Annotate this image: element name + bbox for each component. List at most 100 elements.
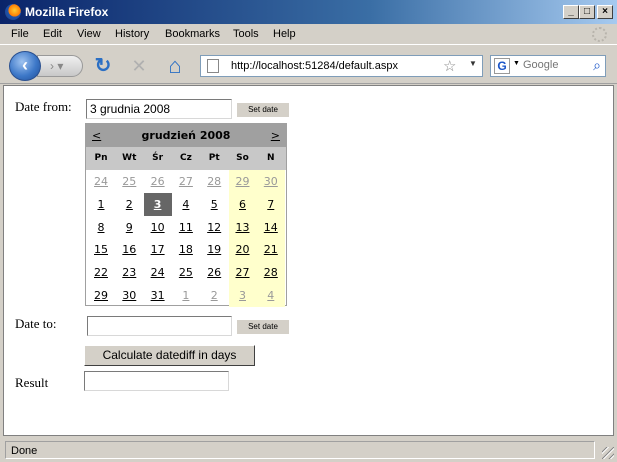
forward-arrow-icon: › <box>50 59 54 73</box>
title-bar: Mozilla Firefox _ □ × <box>0 0 617 24</box>
calendar-day[interactable]: 4 <box>172 193 200 216</box>
calendar-day[interactable]: 2 <box>200 284 228 307</box>
calendar-day[interactable]: 11 <box>172 216 200 239</box>
calendar-day[interactable]: 13 <box>228 215 257 239</box>
menu-file[interactable]: File <box>11 28 29 40</box>
menu-history[interactable]: History <box>115 28 149 40</box>
calendar-day[interactable]: 20 <box>228 238 257 262</box>
calendar-day[interactable]: 8 <box>87 216 115 239</box>
stop-icon[interactable]: ✕ <box>128 55 150 77</box>
calendar-day[interactable]: 23 <box>115 261 143 284</box>
calendar-day[interactable]: 18 <box>172 238 200 261</box>
bookmark-star-icon[interactable]: ☆ <box>443 57 456 75</box>
search-icon[interactable]: ⌕ <box>593 57 601 74</box>
status-text: Done <box>5 441 595 459</box>
calendar-day[interactable]: 27 <box>228 261 257 285</box>
calendar-day[interactable]: 4 <box>256 284 285 307</box>
page-content: Date from: 3 grudnia 2008 Set date < gru… <box>3 85 614 436</box>
set-date-to-button[interactable]: Set date <box>237 320 289 334</box>
date-to-label: Date to: <box>15 316 57 331</box>
calendar-day[interactable]: 24 <box>87 170 115 193</box>
navigation-toolbar: › ▾ ‹ ↻ ✕ ⌂ http://localhost:51284/defau… <box>0 44 617 84</box>
calendar-day[interactable]: 5 <box>200 193 228 216</box>
calendar-weekday: Śr <box>152 153 164 163</box>
window-title: Mozilla Firefox <box>25 5 109 19</box>
back-button[interactable]: ‹ <box>9 51 41 81</box>
back-arrow-icon: ‹ <box>22 55 28 75</box>
url-dropdown-icon[interactable]: ▼ <box>469 59 477 68</box>
calendar-day[interactable]: 12 <box>200 216 228 239</box>
calendar-day[interactable]: 30 <box>256 170 285 193</box>
calendar-day[interactable]: 31 <box>144 284 172 307</box>
calendar-day[interactable]: 29 <box>87 284 115 307</box>
firefox-logo-icon <box>5 4 21 20</box>
calendar-weekday: Cz <box>179 153 192 163</box>
forward-button[interactable]: › ▾ <box>37 55 83 77</box>
calendar-day[interactable]: 15 <box>87 238 115 261</box>
reload-icon[interactable]: ↻ <box>92 55 114 77</box>
date-from-label: Date from: <box>15 99 72 114</box>
calendar-weekday: Wt <box>122 153 137 163</box>
calendar-day[interactable]: 3 <box>143 192 172 216</box>
url-bar[interactable]: http://localhost:51284/default.aspx ☆ ▼ <box>200 55 483 77</box>
search-input[interactable] <box>523 59 583 71</box>
calendar-next-month[interactable]: > <box>271 129 280 142</box>
calendar-day[interactable]: 9 <box>115 216 143 239</box>
calendar-weekday: Pt <box>208 153 220 163</box>
calendar-month-title: grudzień 2008 <box>141 129 231 142</box>
calendar-day[interactable]: 25 <box>115 170 143 193</box>
calendar-day[interactable]: 17 <box>144 238 172 261</box>
calendar-day[interactable]: 26 <box>200 261 228 284</box>
calendar-weekday: So <box>236 153 249 163</box>
menu-bar: File Edit View History Bookmarks Tools H… <box>0 24 617 44</box>
calendar-day[interactable]: 30 <box>115 284 143 307</box>
calendar-day[interactable]: 24 <box>144 261 172 284</box>
calendar-day[interactable]: 16 <box>115 238 143 261</box>
calendar-day[interactable]: 21 <box>256 238 285 262</box>
menu-bookmarks[interactable]: Bookmarks <box>165 28 220 40</box>
home-icon[interactable]: ⌂ <box>164 55 186 77</box>
calendar-day[interactable]: 28 <box>256 261 285 285</box>
search-bar[interactable]: G ▼ ⌕ <box>490 55 606 77</box>
calendar-day[interactable]: 1 <box>172 284 200 307</box>
menu-help[interactable]: Help <box>273 28 296 40</box>
calendar-weekday-row: Pn Wt Śr Cz Pt So N <box>86 147 286 170</box>
calendar-day[interactable]: 29 <box>228 170 257 193</box>
google-engine-icon[interactable]: G <box>494 58 510 74</box>
calendar-weekday: Pn <box>94 153 108 163</box>
menu-tools[interactable]: Tools <box>233 28 259 40</box>
calendar: < grudzień 2008 > Pn Wt Śr Cz Pt So N 24 25 26 27… <box>85 123 287 307</box>
date-to-input[interactable] <box>87 316 232 336</box>
calendar-day[interactable]: 2 <box>115 193 143 216</box>
result-field[interactable] <box>84 371 229 391</box>
calendar-day[interactable]: 22 <box>87 261 115 284</box>
date-from-input[interactable]: 3 grudnia 2008 <box>86 99 232 119</box>
menu-edit[interactable]: Edit <box>43 28 62 40</box>
resize-grip-icon[interactable] <box>602 447 614 459</box>
calendar-day[interactable]: 6 <box>228 192 257 216</box>
minimize-button[interactable]: _ <box>563 5 579 19</box>
menu-view[interactable]: View <box>77 28 101 40</box>
url-text: http://localhost:51284/default.aspx <box>231 60 398 72</box>
calendar-day[interactable]: 7 <box>256 192 285 216</box>
engine-dropdown-icon[interactable]: ▼ <box>513 60 520 67</box>
close-button[interactable]: × <box>597 5 613 19</box>
calendar-day[interactable]: 14 <box>256 215 285 239</box>
calendar-weekday: N <box>267 153 275 163</box>
status-bar: Done <box>0 438 617 462</box>
calendar-day[interactable]: 26 <box>144 170 172 193</box>
set-date-from-button[interactable]: Set date <box>237 103 289 117</box>
calendar-day[interactable]: 27 <box>172 170 200 193</box>
calendar-day[interactable]: 10 <box>144 216 172 239</box>
calendar-day[interactable]: 19 <box>200 238 228 261</box>
calendar-day[interactable]: 3 <box>228 284 257 307</box>
calendar-day[interactable]: 1 <box>87 193 115 216</box>
calendar-day[interactable]: 28 <box>200 170 228 193</box>
page-icon <box>207 59 219 73</box>
calendar-day[interactable]: 25 <box>172 261 200 284</box>
throbber-icon <box>592 27 607 42</box>
calendar-header: < grudzień 2008 > <box>86 124 286 147</box>
maximize-button[interactable]: □ <box>579 5 595 19</box>
calculate-button[interactable]: Calculate datediff in days <box>84 345 255 366</box>
result-label: Result <box>15 375 49 390</box>
